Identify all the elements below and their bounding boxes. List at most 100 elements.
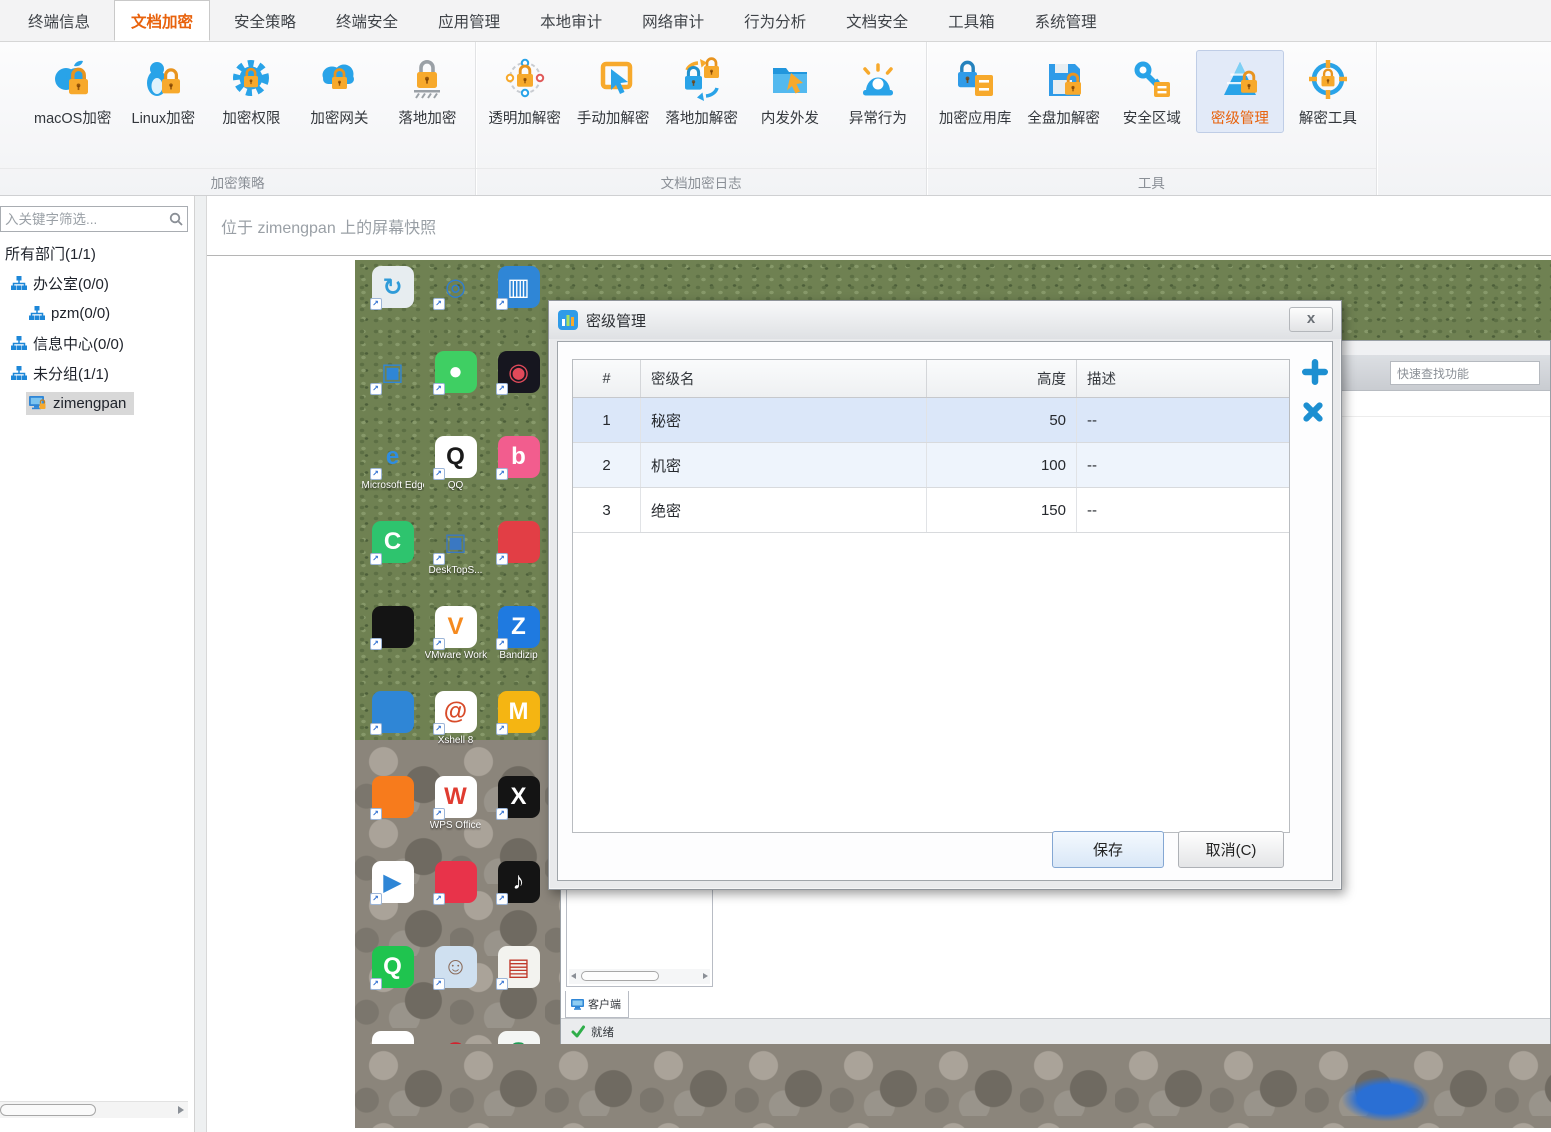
table-row-秘密[interactable]: 1秘密50-- [573,398,1289,443]
dialog-title-bar: 密级管理 [549,301,1341,339]
tab-3[interactable]: 安全策略 [218,0,312,41]
bilibili-icon: b↗ [498,436,540,478]
wallpaper-stones-bottom [355,1044,1551,1128]
ribbon-button-透明加解密[interactable]: 透明加解密 [480,50,569,133]
cell: -- [1077,398,1289,442]
keyword-filter-input[interactable] [0,206,188,232]
green-player-icon: C↗ [361,521,424,606]
dialog-body: #密级名高度描述1秘密50--2机密100--3绝密150-- 保存 取消(C) [557,341,1333,881]
close-button[interactable]: x [1289,307,1333,332]
table-row-机密[interactable]: 2机密100-- [573,443,1289,488]
invoice-doc-icon: ▤↗ [487,946,550,1031]
tab-9[interactable]: 文档安全 [830,0,924,41]
tab-10[interactable]: 工具箱 [932,0,1011,41]
ribbon-button-label: 透明加解密 [488,107,561,128]
tab-2[interactable]: 文档加密 [114,0,210,41]
shortcut-badge-icon: ↗ [433,553,445,565]
scroll-right-arrow-icon[interactable] [178,1106,184,1114]
iqiyi-icon: Q↗ [361,946,424,1031]
ribbon-button-label: Linux加密 [132,107,196,128]
youku-icon: ▶↗ [361,861,424,946]
sidebar-search [0,206,188,232]
ribbon-button-密级管理[interactable]: 密级管理 [1196,50,1284,133]
edge-icon: e↗ [372,436,414,478]
shortcut-badge-icon: ↗ [433,383,445,395]
xiaohongshu-icon: ↗ [487,521,550,606]
shortcut-badge-icon: ↗ [370,298,382,310]
two-locks-icon [679,57,725,103]
shortcut-badge-icon: ↗ [496,893,508,905]
tab-4[interactable]: 终端安全 [320,0,414,41]
ribbon-button-密[interactable]: 密 [0,50,26,133]
cell: 秘密 [641,398,927,442]
qq-icon: Q↗QQ [424,436,487,521]
ribbon-button-加密权限[interactable]: 加密权限 [207,50,295,133]
shortcut-badge-icon: ↗ [370,978,382,990]
ribbon-button-加密网关[interactable]: 加密网关 [295,50,383,133]
tab-5[interactable]: 应用管理 [422,0,516,41]
enterprise-wechat-icon: ◎↗ [435,266,477,308]
ribbon-button-内发外发[interactable]: 内发外发 [746,50,834,133]
scrollbar-thumb[interactable] [0,1104,96,1116]
tab-6[interactable]: 本地审计 [524,0,618,41]
tab-8[interactable]: 行为分析 [728,0,822,41]
tiktok-icon: ♪↗ [498,861,540,903]
ribbon-button-Linux加密[interactable]: Linux加密 [119,50,207,133]
cell: -- [1077,443,1289,487]
remote-desktop-icons: ↻↗◎↗▥↗▣↗●↗◉↗e↗Microsoft EdgeQ↗QQb↗C↗▣↗De… [361,266,557,1116]
ribbon-button-加密应用库[interactable]: 加密应用库 [931,50,1020,133]
shortcut-badge-icon: ↗ [433,723,445,735]
ribbon-button-全盘加解密[interactable]: 全盘加解密 [1019,50,1108,133]
xiaohongshu-icon: ↗ [498,521,540,563]
delete-row-button[interactable] [1302,401,1328,427]
bandizip-icon: Z↗Bandizip [487,606,550,691]
hand-click-icon [590,57,636,103]
ribbon-button-安全区域[interactable]: 安全区域 [1108,50,1196,133]
scrollbar-thumb [581,971,659,981]
save-button[interactable]: 保存 [1052,831,1164,868]
target-lock-icon [1305,57,1351,103]
ribbon-button-异常行为[interactable]: 异常行为 [834,50,922,133]
splitter[interactable] [195,196,207,1132]
shortcut-badge-icon: ↗ [370,893,382,905]
cancel-button[interactable]: 取消(C) [1178,831,1284,868]
pyramid-lock-icon [1217,57,1263,103]
green-player-icon: C↗ [372,521,414,563]
department-sidebar: 所有部门(1/1) 办公室(0/0)pzm(0/0)信息中心(0/0)未分组(1/… [0,196,195,1132]
tab-7[interactable]: 网络审计 [626,0,720,41]
ribbon-group-2: 透明加解密手动加解密落地加解密内发外发异常行为文档加密日志 [476,42,927,195]
ribbon-button-label: 密级管理 [1211,107,1269,128]
tree-item-zimengpan[interactable]: zimengpan [0,388,194,418]
tree-item-所有部门(1/1)[interactable]: 所有部门(1/1) [0,238,194,268]
ribbon-button-落地加解密[interactable]: 落地加解密 [657,50,746,133]
tree-item-信息中心(0/0)[interactable]: 信息中心(0/0) [0,328,194,358]
desktop-icon-label: DeskTopS... [429,565,483,576]
ribbon-button-label: 加密网关 [310,107,368,128]
ribbon-button-label: 落地加密 [398,107,456,128]
ribbon-button-解密工具[interactable]: 解密工具 [1284,50,1372,133]
meeting-icon: ↗ [372,691,414,733]
shortcut-badge-icon: ↗ [370,553,382,565]
top-tab-bar: 终端信息文档加密安全策略终端安全应用管理本地审计网络审计行为分析文档安全工具箱系… [0,0,1551,42]
ribbon-button-label: 安全区域 [1123,107,1181,128]
ribbon-group-label: 加密策略 [0,168,475,192]
orbit-lock-icon [502,57,548,103]
ribbon-button-落地加密[interactable]: 落地加密 [383,50,471,133]
remote-quick-search-box: 快速查找功能 [1390,361,1540,385]
desktops-icon: ▣↗DeskTopS... [424,521,487,606]
mango-tv-icon: ↗ [361,776,424,861]
ribbon-button-手动加解密[interactable]: 手动加解密 [569,50,658,133]
ribbon-button-macOS加密[interactable]: macOS加密 [26,50,119,133]
tree-item-未分组(1/1)[interactable]: 未分组(1/1) [0,358,194,388]
shortcut-badge-icon: ↗ [496,723,508,735]
sidebar-horizontal-scrollbar[interactable] [0,1101,188,1118]
table-row-绝密[interactable]: 3绝密150-- [573,488,1289,533]
add-row-button[interactable] [1302,359,1328,385]
tab-11[interactable]: 系统管理 [1019,0,1113,41]
tab-1[interactable]: 终端信息 [12,0,106,41]
column-header-#: # [573,360,641,397]
avatar-icon: ☺↗ [435,946,477,988]
tree-item-label: 所有部门(1/1) [5,243,96,264]
tree-item-pzm(0/0)[interactable]: pzm(0/0) [0,298,194,328]
tree-item-办公室(0/0)[interactable]: 办公室(0/0) [0,268,194,298]
